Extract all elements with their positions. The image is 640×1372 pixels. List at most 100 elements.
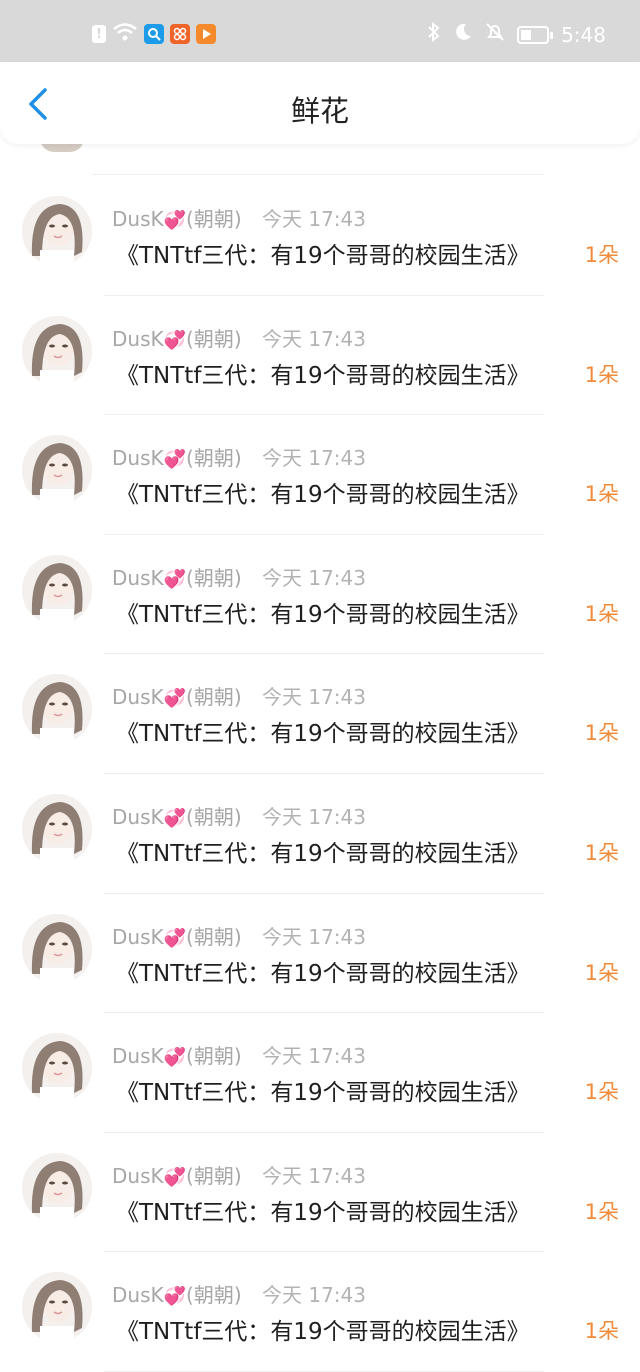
username-suffix: (朝朝) — [186, 326, 242, 351]
novel-title[interactable]: 《TNTtf三代：有19个哥哥的校园生活》 — [116, 595, 530, 629]
avatar[interactable] — [22, 554, 92, 625]
list-item[interactable]: DusK💞(朝朝) 今天 17:43 《TNTtf三代：有19个哥哥的校园生活》… — [0, 1013, 640, 1133]
flower-count: 1朵 — [584, 840, 619, 865]
page-title: 鲜花 — [290, 94, 349, 128]
timestamp: 今天 17:43 — [262, 207, 366, 231]
status-left-icons: ! — [92, 22, 216, 46]
username[interactable]: DusK💞(朝朝) — [112, 562, 242, 591]
wifi-icon — [112, 22, 138, 46]
list-item[interactable]: DusK💞(朝朝) 今天 17:43 《TNTtf三代：有19个哥哥的校园生活》… — [0, 1133, 640, 1253]
flower-count: 1朵 — [584, 1319, 619, 1344]
heart-icon: 💞 — [163, 449, 187, 471]
avatar[interactable] — [22, 315, 92, 386]
list-item[interactable]: DusK💞(朝朝) 今天 17:43 《TNTtf三代：有19个哥哥的校园生活》… — [0, 415, 640, 535]
avatar[interactable] — [22, 674, 92, 745]
moon-icon — [453, 22, 473, 47]
timestamp: 今天 17:43 — [262, 326, 366, 351]
heart-icon: 💞 — [163, 1166, 187, 1188]
username-text: DusK — [112, 1283, 164, 1308]
heart-icon: 💞 — [163, 329, 187, 351]
flower-count: 1朵 — [584, 601, 619, 626]
heart-icon: 💞 — [163, 1286, 187, 1308]
novel-title[interactable]: 《TNTtf三代：有19个哥哥的校园生活》 — [116, 834, 530, 868]
timestamp: 今天 17:43 — [262, 685, 366, 710]
username[interactable]: DusK💞(朝朝) — [112, 921, 242, 950]
username-text: DusK — [112, 804, 164, 829]
list-item[interactable]: DusK💞(朝朝) 今天 17:43 《TNTtf三代：有19个哥哥的校园生活》… — [0, 535, 640, 655]
list-item[interactable]: DusK💞(朝朝) 今天 17:43 《TNTtf三代：有19个哥哥的校园生活》… — [0, 774, 640, 894]
username-text: DusK — [112, 446, 164, 471]
divider — [92, 174, 544, 175]
username-suffix: (朝朝) — [186, 565, 242, 590]
timestamp: 今天 17:43 — [262, 1044, 366, 1069]
heart-icon: 💞 — [163, 210, 187, 231]
username[interactable]: DusK💞(朝朝) — [112, 203, 242, 232]
username-suffix: (朝朝) — [186, 685, 242, 710]
heart-icon: 💞 — [163, 927, 187, 949]
username[interactable]: DusK💞(朝朝) — [112, 1279, 242, 1308]
timestamp: 今天 17:43 — [262, 1163, 366, 1188]
username-suffix: (朝朝) — [186, 1163, 242, 1188]
header: 鲜花 — [0, 62, 640, 144]
username[interactable]: DusK💞(朝朝) — [112, 442, 242, 471]
heart-icon: 💞 — [163, 807, 187, 829]
timestamp: 今天 17:43 — [262, 804, 366, 829]
username[interactable]: DusK💞(朝朝) — [112, 1160, 242, 1189]
username-text: DusK — [112, 1163, 164, 1188]
username-suffix: (朝朝) — [186, 1044, 242, 1069]
avatar[interactable] — [22, 1033, 92, 1104]
list-item[interactable]: DusK💞(朝朝) 今天 17:43 《TNTtf三代：有19个哥哥的校园生活》… — [0, 654, 640, 774]
novel-title[interactable]: 《TNTtf三代：有19个哥哥的校园生活》 — [116, 1073, 530, 1107]
username-text: DusK — [112, 207, 164, 231]
flower-count: 1朵 — [584, 362, 619, 387]
video-app-icon — [196, 24, 216, 44]
flower-count: 1朵 — [584, 1080, 619, 1105]
heart-icon: 💞 — [163, 568, 187, 590]
avatar[interactable] — [22, 196, 92, 266]
search-app-icon — [144, 24, 164, 44]
status-right-icons: 5:48 — [427, 21, 606, 47]
bluetooth-icon — [427, 21, 441, 47]
avatar[interactable] — [22, 1152, 92, 1223]
username-text: DusK — [112, 924, 164, 949]
username-text: DusK — [112, 326, 164, 351]
avatar[interactable] — [22, 793, 92, 864]
heart-icon: 💞 — [163, 1047, 187, 1069]
mute-icon — [485, 22, 505, 47]
flower-count: 1朵 — [584, 243, 619, 267]
novel-title[interactable]: 《TNTtf三代：有19个哥哥的校园生活》 — [116, 714, 530, 748]
novel-title[interactable]: 《TNTtf三代：有19个哥哥的校园生活》 — [116, 236, 530, 270]
username-suffix: (朝朝) — [186, 804, 242, 829]
alert-icon: ! — [92, 25, 106, 43]
novel-title[interactable]: 《TNTtf三代：有19个哥哥的校园生活》 — [116, 954, 530, 988]
avatar[interactable] — [22, 435, 92, 506]
timestamp: 今天 17:43 — [262, 446, 366, 471]
avatar[interactable] — [22, 913, 92, 984]
username[interactable]: DusK💞(朝朝) — [112, 1040, 242, 1069]
list-item[interactable]: DusK💞(朝朝) 今天 17:43 《TNTtf三代：有19个哥哥的校园生活》… — [0, 1252, 640, 1372]
username-suffix: (朝朝) — [186, 924, 242, 949]
timestamp: 今天 17:43 — [262, 1283, 366, 1308]
username-suffix: (朝朝) — [186, 207, 242, 231]
novel-title[interactable]: 《TNTtf三代：有19个哥哥的校园生活》 — [116, 1193, 530, 1227]
battery-icon — [517, 25, 554, 44]
list-item[interactable]: DusK💞(朝朝) 今天 17:43 《TNTtf三代：有19个哥哥的校园生活》… — [0, 176, 640, 296]
username-suffix: (朝朝) — [186, 446, 242, 471]
username[interactable]: DusK💞(朝朝) — [112, 323, 242, 352]
username[interactable]: DusK💞(朝朝) — [112, 801, 242, 830]
flower-count: 1朵 — [584, 721, 619, 746]
novel-title[interactable]: 《TNTtf三代：有19个哥哥的校园生活》 — [116, 475, 530, 509]
username[interactable]: DusK💞(朝朝) — [112, 681, 242, 710]
clock: 5:48 — [561, 22, 606, 47]
username-text: DusK — [112, 565, 164, 590]
avatar[interactable] — [22, 1272, 92, 1343]
list-item[interactable]: DusK💞(朝朝) 今天 17:43 《TNTtf三代：有19个哥哥的校园生活》… — [0, 296, 640, 416]
flower-count: 1朵 — [584, 482, 619, 507]
novel-title[interactable]: 《TNTtf三代：有19个哥哥的校园生活》 — [116, 356, 530, 390]
flower-count: 1朵 — [584, 960, 619, 985]
novel-title[interactable]: 《TNTtf三代：有19个哥哥的校园生活》 — [116, 1312, 530, 1346]
flower-list: DusK💞(朝朝) 今天 17:43 《TNTtf三代：有19个哥哥的校园生活》… — [0, 176, 640, 1372]
username-suffix: (朝朝) — [186, 1283, 242, 1308]
timestamp: 今天 17:43 — [262, 565, 366, 590]
list-item[interactable]: DusK💞(朝朝) 今天 17:43 《TNTtf三代：有19个哥哥的校园生活》… — [0, 894, 640, 1014]
